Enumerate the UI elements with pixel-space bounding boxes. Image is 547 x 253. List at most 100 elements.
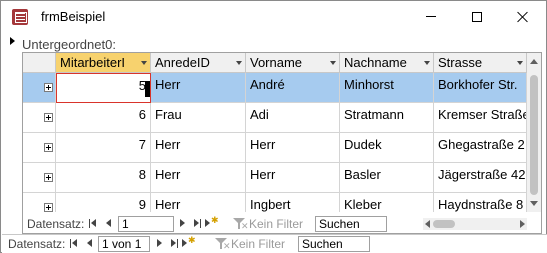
expand-button[interactable]	[23, 103, 56, 133]
expand-button[interactable]	[23, 73, 56, 103]
scroll-down-icon[interactable]	[530, 201, 538, 206]
cell-anredeid[interactable]: Frau	[151, 103, 246, 133]
plus-icon	[44, 83, 53, 92]
new-record-icon[interactable]	[182, 235, 196, 250]
cell-vorname[interactable]: Adi	[246, 103, 340, 133]
cell-anredeid[interactable]: Herr	[151, 193, 246, 212]
filter-status-button[interactable]: Kein Filter	[231, 237, 285, 251]
cell-mitarbeiterid[interactable]: 8	[56, 163, 151, 193]
cell-vorname[interactable]: Herr	[246, 133, 340, 163]
scroll-thumb[interactable]	[433, 220, 455, 228]
expand-button[interactable]	[23, 193, 56, 212]
sort-dropdown-icon[interactable]	[141, 61, 147, 65]
form-window: frmBeispiel Untergeordnet0: MitarbeiterI…	[0, 0, 547, 253]
column-header-strasse[interactable]: Strasse	[434, 53, 527, 73]
column-header-label: Vorname	[250, 55, 303, 70]
form-navigation-bar: Datensatz: 1 von 1 ✕ Kein Filter Suchen	[2, 234, 547, 253]
new-record-icon[interactable]	[205, 215, 219, 230]
cell-anredeid[interactable]: Herr	[151, 163, 246, 193]
cell-mitarbeiterid[interactable]: 6	[56, 103, 151, 133]
filter-status-button[interactable]: Kein Filter	[249, 217, 303, 231]
select-all-corner[interactable]	[23, 53, 56, 73]
plus-icon	[44, 173, 53, 182]
cell-vorname[interactable]: Herr	[246, 163, 340, 193]
plus-icon	[44, 143, 53, 152]
cell-mitarbeiterid[interactable]: 5	[56, 73, 151, 103]
first-record-icon[interactable]	[68, 238, 80, 250]
table-row[interactable]: 8 Herr Herr Basler Jägerstraße 42	[23, 163, 527, 193]
filter-icon: ✕	[233, 218, 249, 231]
expand-button[interactable]	[23, 133, 56, 163]
cell-vorname[interactable]: André	[246, 73, 340, 103]
last-record-icon[interactable]	[191, 218, 203, 230]
cell-strasse[interactable]: Borkhofer Str.	[434, 73, 527, 103]
cell-nachname[interactable]: Basler	[340, 163, 434, 193]
form-navigation-content: Datensatz: 1 von 1 ✕ Kein Filter Suchen	[2, 235, 547, 253]
record-label: Datensatz:	[8, 237, 66, 251]
maximize-button[interactable]	[454, 1, 500, 32]
column-header-label: Nachname	[344, 55, 407, 70]
table-row[interactable]: 9 Herr Ingbert Kleber Haydnstraße 8	[23, 193, 527, 212]
next-record-icon[interactable]	[177, 218, 189, 230]
scroll-up-icon[interactable]	[530, 59, 538, 64]
cell-mitarbeiterid[interactable]: 9	[56, 193, 151, 212]
record-number-field[interactable]: 1 von 1	[98, 236, 150, 252]
cell-strasse[interactable]: Haydnstraße 8	[434, 193, 527, 212]
first-record-icon[interactable]	[87, 218, 99, 230]
column-header-anredeid[interactable]: AnredeID	[151, 53, 246, 73]
cell-strasse[interactable]: Ghegastraße 2	[434, 133, 527, 163]
sort-dropdown-icon[interactable]	[330, 61, 336, 65]
next-record-icon[interactable]	[154, 238, 166, 250]
horizontal-scrollbar[interactable]	[423, 218, 527, 230]
cell-anredeid[interactable]: Herr	[151, 73, 246, 103]
scroll-right-icon[interactable]	[520, 220, 525, 228]
column-header-vorname[interactable]: Vorname	[246, 53, 340, 73]
table-row[interactable]: 7 Herr Herr Dudek Ghegastraße 2	[23, 133, 527, 163]
search-input[interactable]: Suchen	[315, 216, 387, 232]
previous-record-icon[interactable]	[83, 238, 95, 250]
record-label: Datensatz:	[27, 217, 85, 231]
minimize-icon	[426, 16, 436, 17]
sort-dropdown-icon[interactable]	[236, 61, 242, 65]
cell-nachname[interactable]: Minhorst	[340, 73, 434, 103]
expand-button[interactable]	[23, 163, 56, 193]
column-header-label: MitarbeiterI	[60, 55, 126, 70]
cell-strasse[interactable]: Kremser Straße	[434, 103, 527, 133]
search-input[interactable]: Suchen	[298, 236, 370, 252]
column-header-label: AnredeID	[155, 55, 210, 70]
cell-mitarbeiterid[interactable]: 7	[56, 133, 151, 163]
vertical-scrollbar[interactable]	[527, 53, 541, 212]
datasheet-grid: MitarbeiterI AnredeID Vorname Nachname S…	[23, 53, 527, 212]
filter-off-mark-icon: ✕	[241, 221, 249, 231]
form-icon	[12, 9, 28, 25]
close-button[interactable]	[500, 1, 546, 32]
scroll-left-icon[interactable]	[425, 220, 430, 228]
column-header-mitarbeiterid[interactable]: MitarbeiterI	[56, 53, 151, 73]
form-record-selector[interactable]	[10, 33, 18, 233]
window-title: frmBeispiel	[41, 9, 106, 24]
cell-strasse[interactable]: Jägerstraße 42	[434, 163, 527, 193]
subform-label: Untergeordnet0:	[22, 37, 116, 52]
column-header-label: Strasse	[438, 55, 483, 70]
close-icon	[517, 11, 529, 23]
column-header-nachname[interactable]: Nachname	[340, 53, 434, 73]
cell-nachname[interactable]: Stratmann	[340, 103, 434, 133]
subform-navigation-bar: Datensatz: 1 ✕ Kein Filter Suchen	[23, 215, 541, 233]
sort-dropdown-icon[interactable]	[424, 61, 430, 65]
cell-vorname[interactable]: Ingbert	[246, 193, 340, 212]
cell-anredeid[interactable]: Herr	[151, 133, 246, 163]
cell-nachname[interactable]: Dudek	[340, 133, 434, 163]
filter-icon: ✕	[215, 238, 231, 251]
filter-off-mark-icon: ✕	[223, 241, 231, 251]
scroll-thumb[interactable]	[530, 75, 538, 195]
last-record-icon[interactable]	[168, 238, 180, 250]
subform-control[interactable]: MitarbeiterI AnredeID Vorname Nachname S…	[22, 52, 542, 234]
minimize-button[interactable]	[408, 1, 454, 32]
record-number-field[interactable]: 1	[118, 216, 174, 232]
cell-nachname[interactable]: Kleber	[340, 193, 434, 212]
table-row[interactable]: 6 Frau Adi Stratmann Kremser Straße	[23, 103, 527, 133]
previous-record-icon[interactable]	[102, 218, 114, 230]
table-row[interactable]: 5 Herr André Minhorst Borkhofer Str.	[23, 73, 527, 103]
plus-icon	[44, 113, 53, 122]
sort-dropdown-icon[interactable]	[517, 61, 523, 65]
